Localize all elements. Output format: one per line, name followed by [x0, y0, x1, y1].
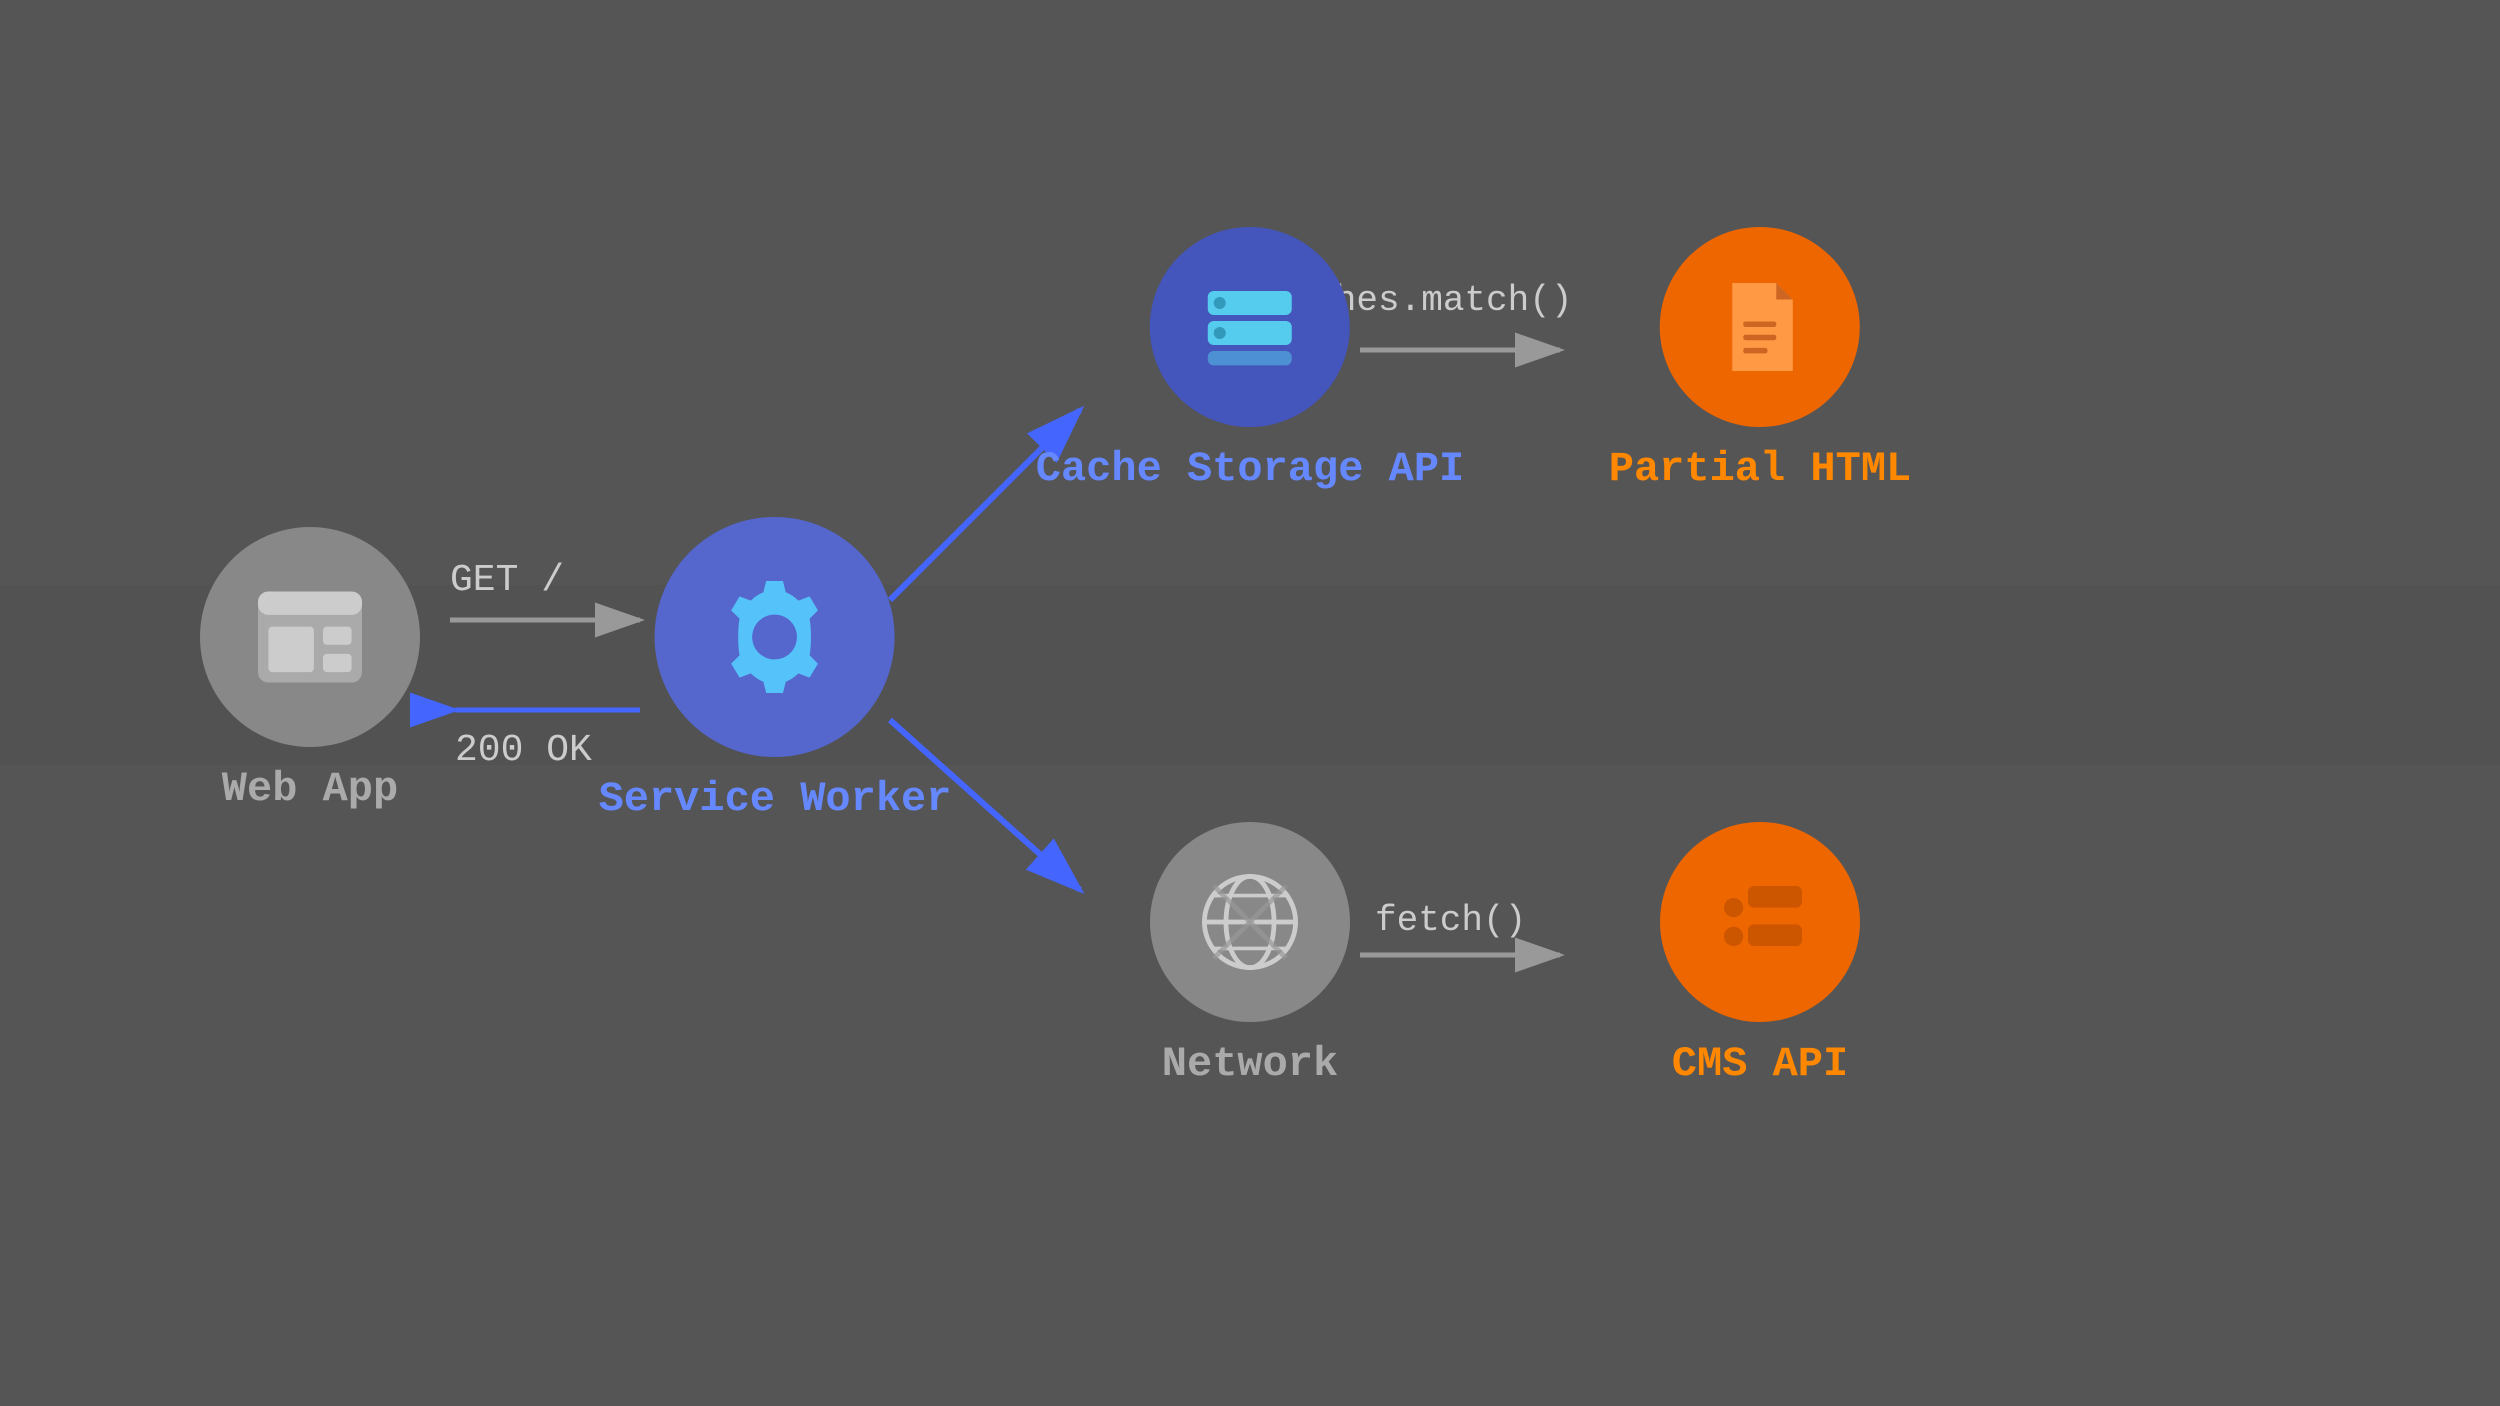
web-app-icon [245, 572, 375, 702]
cache-storage-icon [1190, 267, 1310, 387]
network-label: Network [1162, 1040, 1338, 1088]
cache-storage-circle [1150, 227, 1350, 427]
network-node: Network [1150, 822, 1350, 1088]
partial-html-label: Partial HTML [1609, 445, 1911, 493]
partial-html-circle [1660, 227, 1860, 427]
network-icon [1190, 862, 1310, 982]
web-app-label: Web App [222, 765, 398, 813]
cms-api-circle [1660, 822, 1860, 1022]
service-worker-label: Service Worker [599, 775, 952, 823]
cache-storage-label: Cache Storage API [1036, 445, 1464, 493]
diagram-container: GET / 200 OK caches.match() fetch() [0, 0, 2500, 1406]
fetch-label: fetch() [1375, 900, 1526, 941]
service-worker-node: Service Worker [599, 517, 952, 823]
web-app-node: Web App [200, 527, 420, 813]
web-app-circle [200, 527, 420, 747]
cms-api-label: CMS API [1672, 1040, 1848, 1088]
partial-html-icon [1705, 272, 1815, 382]
service-worker-icon [705, 567, 845, 707]
partial-html-node: Partial HTML [1609, 227, 1911, 493]
cms-api-node: CMS API [1660, 822, 1860, 1088]
cms-api-icon [1700, 862, 1820, 982]
service-worker-circle [655, 517, 895, 757]
network-circle [1150, 822, 1350, 1022]
cache-storage-node: Cache Storage API [1036, 227, 1464, 493]
